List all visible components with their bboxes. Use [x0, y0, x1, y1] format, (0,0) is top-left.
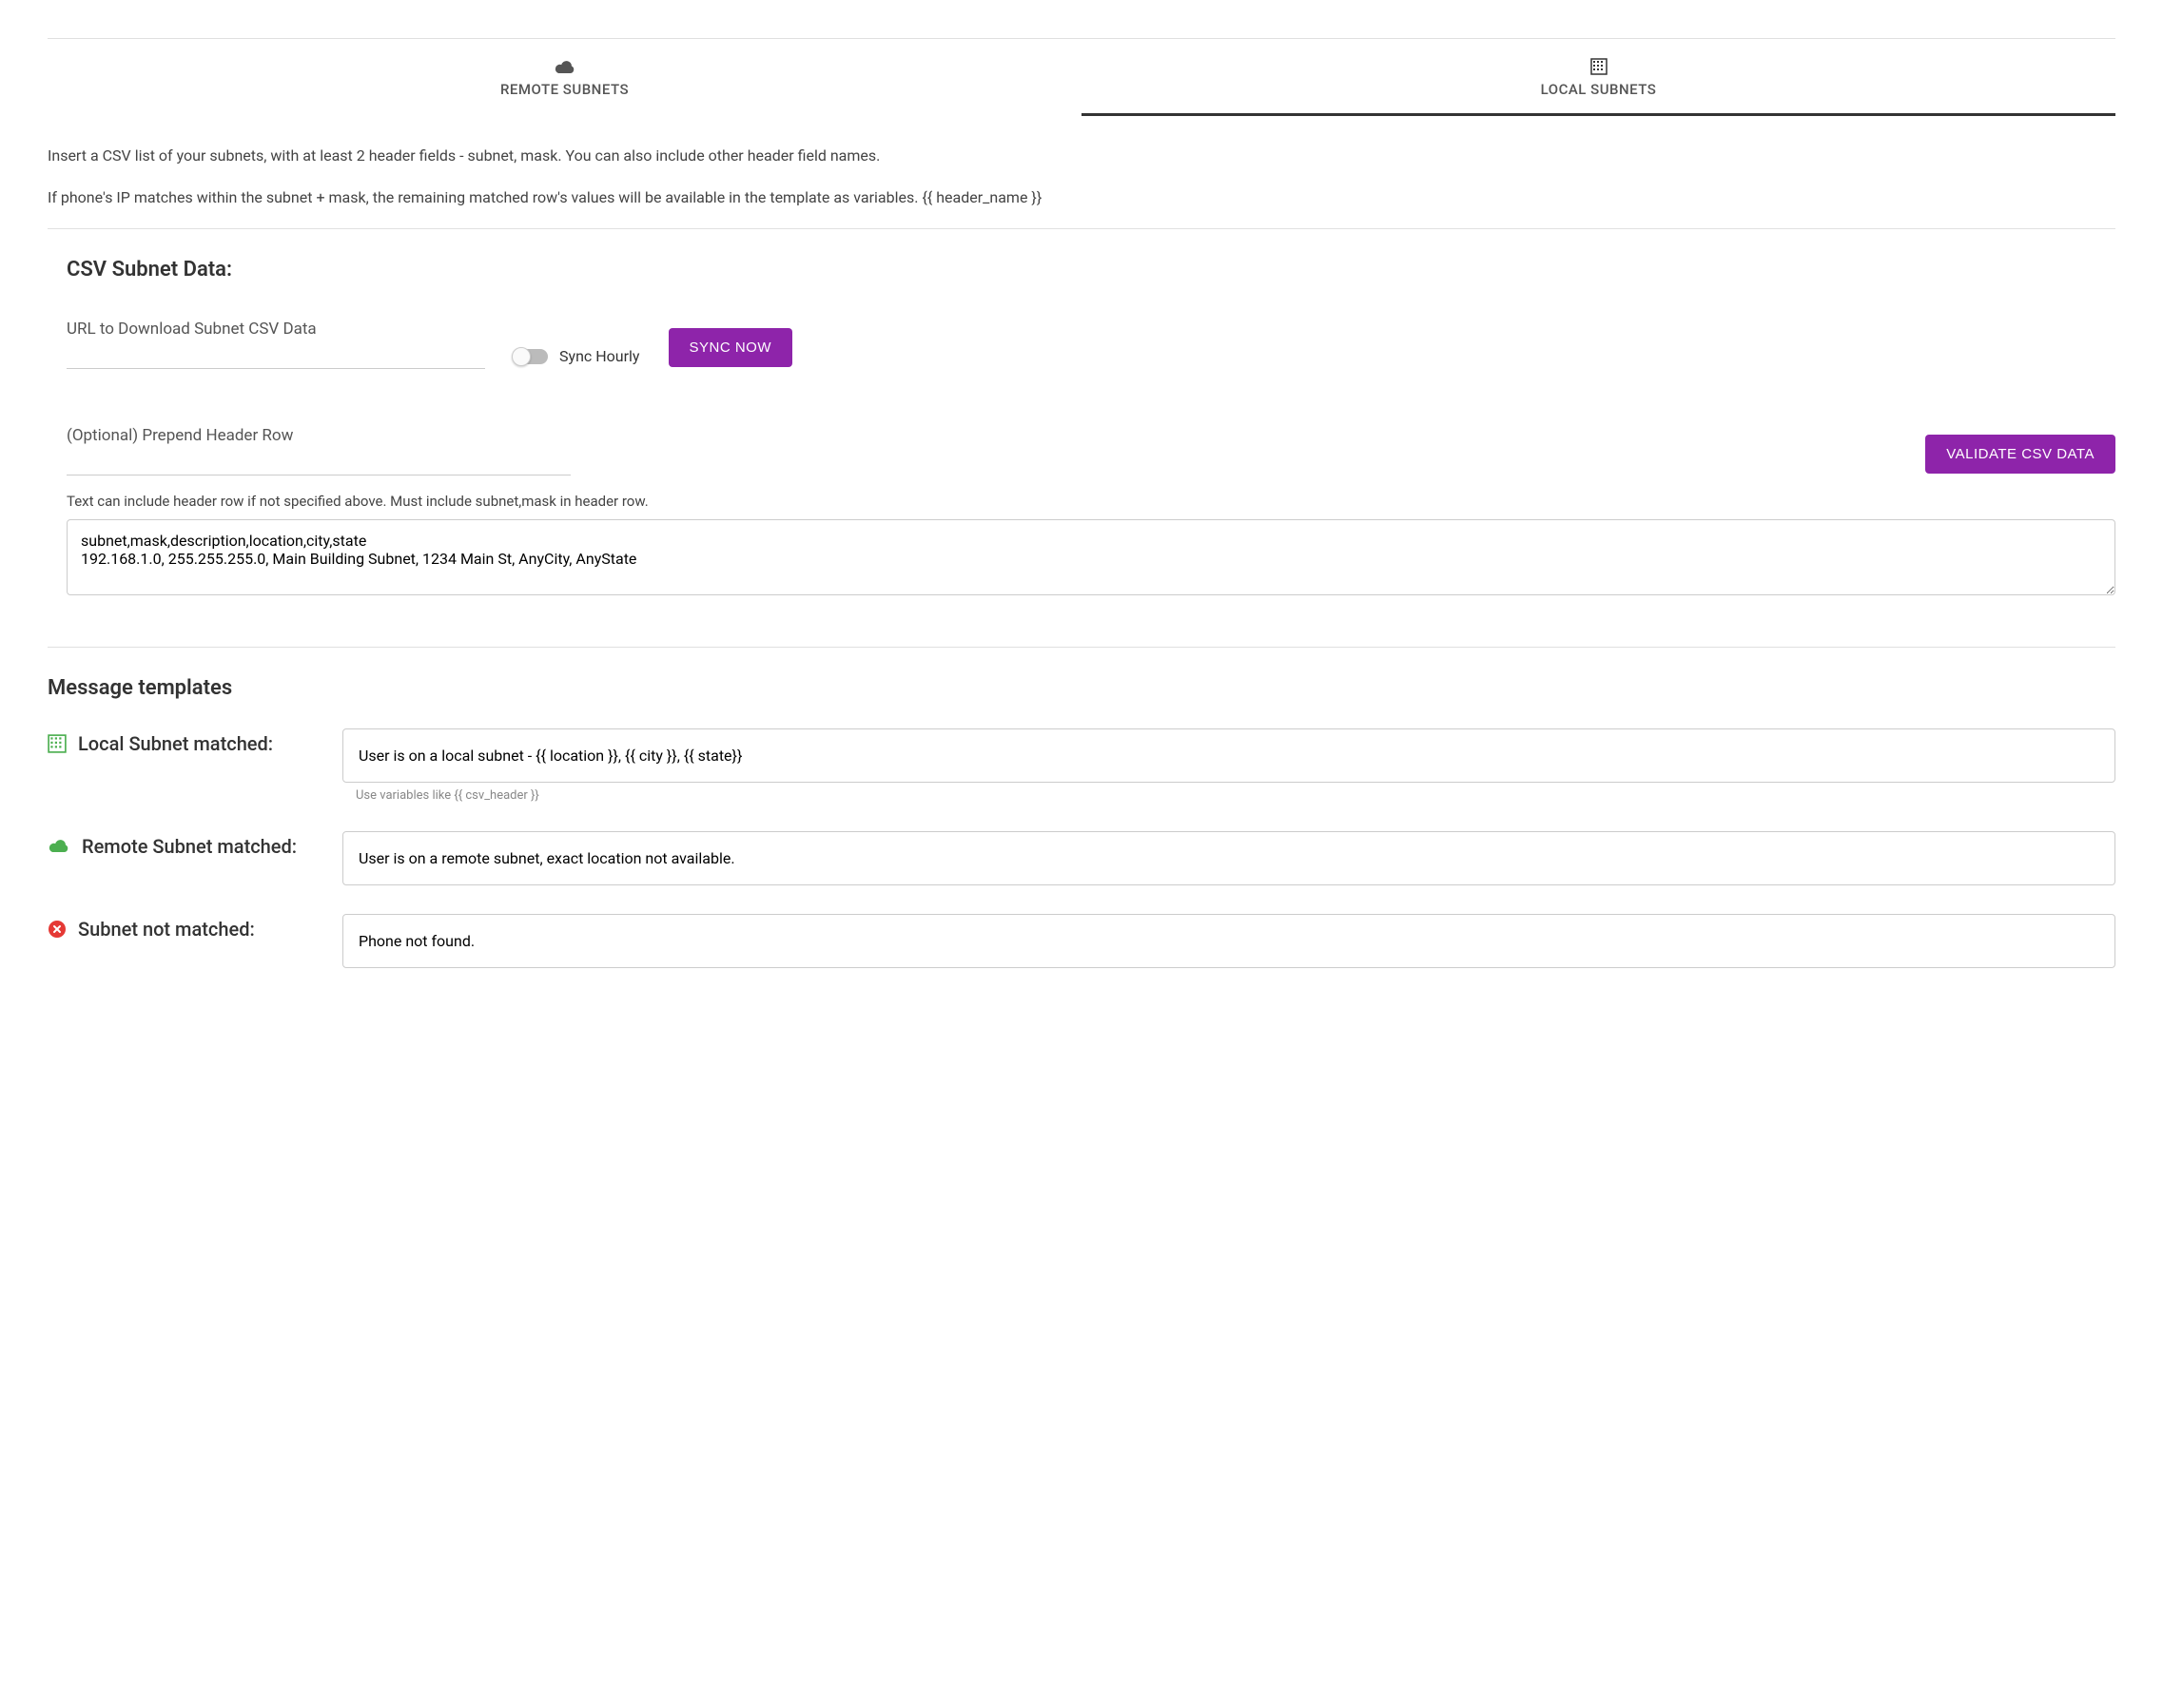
template-row-notmatched: Subnet not matched:	[48, 914, 2115, 968]
url-input-wrap: URL to Download Subnet CSV Data	[67, 320, 485, 369]
template-notmatched-label-wrap: Subnet not matched:	[48, 914, 314, 944]
template-input-col	[342, 914, 2115, 968]
template-label-col: Remote Subnet matched:	[48, 831, 314, 862]
cloud-icon	[48, 837, 70, 854]
cloud-icon	[554, 58, 576, 75]
building-icon	[1590, 58, 1608, 75]
sync-hourly-toggle[interactable]	[514, 349, 548, 364]
prepend-row: (Optional) Prepend Header Row VALIDATE C…	[67, 426, 2115, 476]
url-row: URL to Download Subnet CSV Data Sync Hou…	[67, 320, 2115, 369]
sync-now-button[interactable]: SYNC NOW	[669, 328, 793, 367]
url-label: URL to Download Subnet CSV Data	[67, 320, 485, 339]
tab-local-subnets[interactable]: LOCAL SUBNETS	[1082, 39, 2115, 116]
template-input-col	[342, 831, 2115, 885]
template-remote-input[interactable]	[342, 831, 2115, 885]
sync-hourly-label: Sync Hourly	[559, 347, 640, 365]
csv-helper-text: Text can include header row if not speci…	[67, 493, 2115, 510]
description-text: Insert a CSV list of your subnets, with …	[48, 145, 2115, 209]
description-line1: Insert a CSV list of your subnets, with …	[48, 145, 2115, 167]
template-label-col: Subnet not matched:	[48, 914, 314, 944]
template-remote-label: Remote Subnet matched:	[82, 831, 297, 862]
subnet-tabs: REMOTE SUBNETS LOCAL SUBNETS	[48, 38, 2115, 116]
prepend-label: (Optional) Prepend Header Row	[67, 426, 571, 445]
template-local-hint: Use variables like {{ csv_header }}	[356, 788, 2115, 803]
template-remote-label-wrap: Remote Subnet matched:	[48, 831, 314, 862]
sync-hourly-toggle-wrap: Sync Hourly	[514, 347, 640, 365]
divider	[48, 647, 2115, 648]
tab-remote-label: REMOTE SUBNETS	[500, 81, 629, 98]
tab-remote-subnets[interactable]: REMOTE SUBNETS	[48, 39, 1082, 116]
template-notmatched-label: Subnet not matched:	[78, 914, 255, 944]
template-label-col: Local Subnet matched:	[48, 728, 314, 759]
template-input-col: Use variables like {{ csv_header }}	[342, 728, 2115, 803]
description-line2: If phone's IP matches within the subnet …	[48, 186, 2115, 209]
url-input[interactable]	[67, 344, 485, 369]
template-local-label: Local Subnet matched:	[78, 728, 273, 759]
templates-title: Message templates	[48, 676, 2115, 700]
building-icon	[48, 734, 67, 753]
tab-local-label: LOCAL SUBNETS	[1541, 81, 1657, 98]
template-local-input[interactable]	[342, 728, 2115, 783]
error-icon	[48, 920, 67, 939]
template-row-local: Local Subnet matched: Use variables like…	[48, 728, 2115, 803]
template-row-remote: Remote Subnet matched:	[48, 831, 2115, 885]
toggle-knob	[512, 347, 531, 366]
prepend-input[interactable]	[67, 451, 571, 476]
csv-section-title: CSV Subnet Data:	[67, 258, 2115, 281]
csv-textarea[interactable]	[67, 519, 2115, 595]
template-local-label-wrap: Local Subnet matched:	[48, 728, 314, 759]
divider	[48, 228, 2115, 229]
template-notmatched-input[interactable]	[342, 914, 2115, 968]
validate-csv-button[interactable]: VALIDATE CSV DATA	[1925, 435, 2115, 474]
prepend-input-wrap: (Optional) Prepend Header Row	[67, 426, 571, 476]
